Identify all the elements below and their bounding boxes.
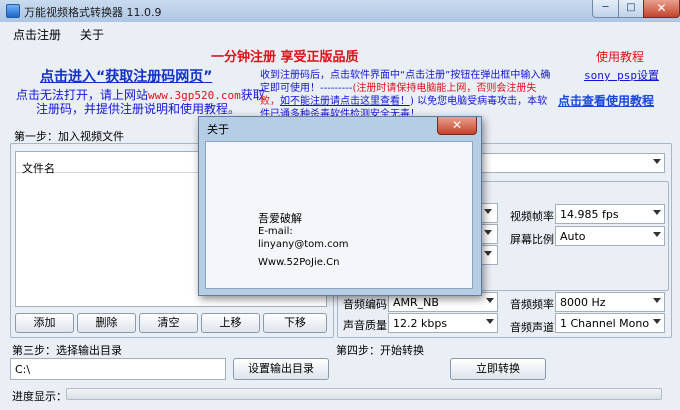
maximize-button[interactable]: □ bbox=[618, 0, 644, 18]
chevron-down-icon bbox=[486, 298, 494, 303]
about-dialog: 关于 ✕ 吾爱破解 E-mail: linyany@tom.com Www.52… bbox=[198, 116, 482, 296]
view-tutorial-link[interactable]: 点击查看使用教程 bbox=[558, 92, 654, 109]
channels-label: 音频声道 bbox=[510, 321, 554, 334]
channels-value: 1 Channel Mono bbox=[560, 317, 650, 330]
chevron-down-icon bbox=[653, 159, 661, 164]
about-dialog-title: 关于 bbox=[207, 123, 229, 136]
tutorial-text: 使用教程 bbox=[596, 50, 645, 64]
chevron-down-icon bbox=[653, 210, 661, 215]
chevron-down-icon bbox=[484, 251, 492, 256]
menu-about[interactable]: 关于 bbox=[80, 26, 104, 43]
frame-rate-label: 视频帧率 bbox=[510, 210, 554, 223]
delete-button[interactable]: 删除 bbox=[77, 313, 136, 333]
chevron-down-icon bbox=[486, 319, 494, 324]
sample-rate-select[interactable]: 8000 Hz bbox=[555, 292, 665, 312]
chevron-down-icon bbox=[484, 230, 492, 235]
minimize-button[interactable]: ─ bbox=[592, 0, 619, 18]
about-dialog-close-button[interactable]: ✕ bbox=[437, 117, 477, 135]
channels-select[interactable]: 1 Channel Mono bbox=[555, 313, 665, 333]
audio-quality-label: 声音质量 bbox=[343, 319, 387, 332]
aspect-ratio-label: 屏幕比例 bbox=[510, 233, 554, 246]
audio-quality-value: 12.2 kbps bbox=[393, 317, 448, 330]
set-output-dir-button[interactable]: 设置输出目录 bbox=[233, 358, 329, 380]
promo-text: 一分钟注册 享受正版品质 bbox=[211, 50, 359, 65]
output-dir-input[interactable]: C:\ bbox=[10, 358, 226, 380]
audio-quality-select[interactable]: 12.2 kbps bbox=[388, 313, 498, 333]
about-dialog-body: 吾爱破解 E-mail: linyany@tom.com Www.52PoJie… bbox=[205, 141, 473, 289]
aspect-ratio-value: Auto bbox=[560, 230, 586, 243]
chevron-down-icon bbox=[653, 232, 661, 237]
aspect-ratio-select[interactable]: Auto bbox=[555, 226, 665, 246]
frame-rate-value: 14.985 fps bbox=[560, 208, 619, 221]
chevron-down-icon bbox=[653, 298, 661, 303]
frame-rate-select[interactable]: 14.985 fps bbox=[555, 204, 665, 224]
cant-open-text-3: 注册码，并提供注册说明和使用教程。 bbox=[36, 102, 241, 116]
chevron-down-icon bbox=[484, 209, 492, 214]
format-select[interactable] bbox=[478, 153, 665, 173]
sample-rate-label: 音频频率 bbox=[510, 298, 554, 311]
sony-psp-link[interactable]: sony psp设置 bbox=[584, 67, 659, 83]
file-name-column-header[interactable]: 文件名 bbox=[22, 160, 55, 176]
progress-bar bbox=[66, 388, 662, 400]
step4-label: 第四步：开始转换 bbox=[336, 344, 424, 357]
convert-button[interactable]: 立即转换 bbox=[450, 358, 546, 380]
notice-line-3-tail: ) 以免您电脑受病毒攻击，本软 bbox=[410, 96, 548, 107]
add-button[interactable]: 添加 bbox=[15, 313, 74, 333]
move-up-button[interactable]: 上移 bbox=[201, 313, 260, 333]
about-website: Www.52PoJie.Cn bbox=[258, 257, 340, 268]
close-button[interactable]: ✕ bbox=[643, 0, 680, 18]
about-line-1: 吾爱破解 bbox=[258, 212, 302, 225]
sample-rate-value: 8000 Hz bbox=[560, 296, 606, 309]
chevron-down-icon bbox=[653, 319, 661, 324]
app-icon bbox=[6, 4, 20, 18]
step3-label: 第三步：选择输出目录 bbox=[12, 344, 122, 357]
menu-register[interactable]: 点击注册 bbox=[13, 26, 61, 43]
output-dir-value: C:\ bbox=[15, 363, 31, 376]
step1-label: 第一步：加入视频文件 bbox=[14, 130, 124, 143]
move-down-button[interactable]: 下移 bbox=[263, 313, 327, 333]
progress-label: 进度显示： bbox=[12, 390, 67, 403]
clear-button[interactable]: 清空 bbox=[139, 313, 198, 333]
window-title: 万能视频格式转换器 11.0.9 bbox=[24, 6, 162, 19]
audio-codec-value: AMR_NB bbox=[393, 296, 439, 309]
about-line-2: E-mail: bbox=[258, 226, 293, 237]
about-email: linyany@tom.com bbox=[258, 239, 349, 250]
get-code-link[interactable]: 点击进入“获取注册码网页” bbox=[40, 66, 212, 86]
audio-codec-label: 音频编码 bbox=[343, 298, 387, 311]
